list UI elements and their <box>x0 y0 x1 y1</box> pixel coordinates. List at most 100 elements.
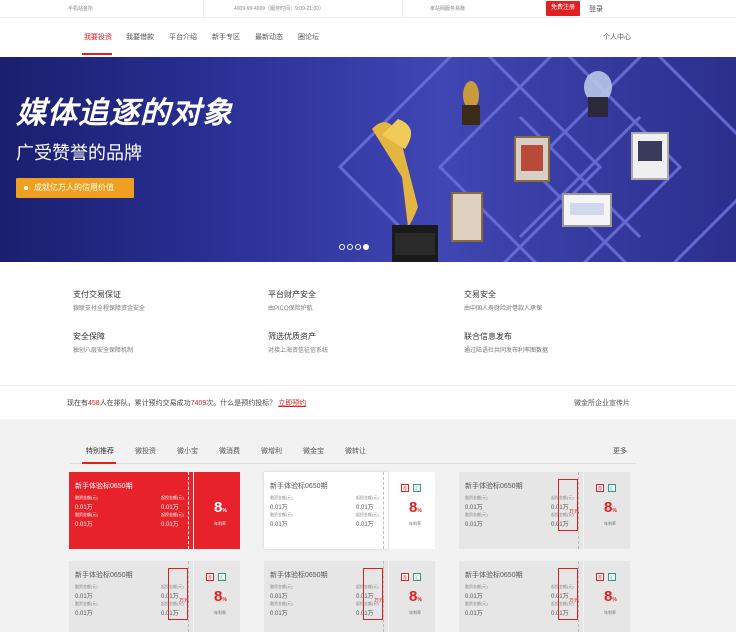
register-button[interactable]: 免费注册 <box>546 1 580 16</box>
amount-label: 融资金额(元) <box>270 584 293 589</box>
card-divider <box>188 472 189 549</box>
tab-invest[interactable]: 微投资 <box>135 446 156 456</box>
amount-value: 0.01万 <box>465 611 483 617</box>
nav-active-underline <box>82 53 112 55</box>
amount-value: 0.01万 <box>465 505 483 511</box>
feature-payment: 支付交易保证 银联支付全程保障资金安全 <box>73 289 145 312</box>
queue-suffix[interactable]: 次。什么是预约投标？ <box>206 400 276 407</box>
amount-label: 起投金额(元) <box>161 495 184 500</box>
product-card[interactable]: 新手体验标0650期 融资金额(元) 0.01万 起投金额(元) 0.01万 融资金额(元… <box>69 472 193 549</box>
unit-label: 万元 <box>179 598 190 604</box>
banner-cta[interactable]: 成就亿万人的信用价值 <box>16 178 134 198</box>
highlight-box <box>558 568 578 620</box>
nav-forum[interactable]: 圈论坛 <box>298 32 319 42</box>
tab-xiaobao[interactable]: 微小宝 <box>177 446 198 456</box>
hero-banner[interactable]: 媒体追逐的对象 广受赞誉的品牌 成就亿万人的信用价值 <box>0 57 736 262</box>
rate-panel[interactable]: 荐汇 8% 年利率 <box>584 472 630 549</box>
carousel-dot[interactable] <box>339 244 345 250</box>
product-card[interactable]: 新手体验标0650期 融资金额(元) 0.01万 起投金额(元) 0.01万 融资金额(元… <box>264 561 388 632</box>
tab-active-underline <box>82 462 116 464</box>
nav-newbie[interactable]: 新手专区 <box>212 32 240 42</box>
highlight-box <box>168 568 188 620</box>
rate-panel[interactable]: 荐汇 8% 年利率 <box>389 561 435 632</box>
carousel-dot-active[interactable] <box>363 244 369 250</box>
amount-value: 0.01万 <box>356 505 374 511</box>
user-center-link[interactable]: 个人中心 <box>603 32 631 42</box>
mobile-site-link[interactable]: 手机站金所 <box>68 5 93 12</box>
rate-panel[interactable]: 8% 年利率 <box>194 472 240 549</box>
feature-desc: 独创八层安全保障机制 <box>73 348 134 354</box>
nav-news[interactable]: 最新动态 <box>255 32 283 42</box>
feature-title: 联合信息发布 <box>464 332 512 341</box>
amount-value: 0.01万 <box>465 522 483 528</box>
feature-desc: 对接上海资信征信系统 <box>268 348 329 354</box>
rate-label: 年利率 <box>604 610 616 615</box>
amount-value: 0.01万 <box>270 594 288 600</box>
amount-value: 0.01万 <box>270 611 288 617</box>
tab-featured[interactable]: 特别推荐 <box>86 446 114 456</box>
product-title: 新手体验标0650期 <box>465 483 523 490</box>
product-card[interactable]: 新手体验标0650期 融资金额(元) 0.01万 起投金额(元) 0.01万 融资金额(元… <box>264 472 388 549</box>
feature-desc: 由PICO保险护航 <box>268 306 313 312</box>
amount-value: 0.01万 <box>161 505 179 511</box>
highlight-box <box>363 568 383 620</box>
amount-label: 融资金额(元) <box>75 512 98 517</box>
amount-value: 0.01万 <box>161 522 179 528</box>
more-link[interactable]: 更多 <box>613 446 627 456</box>
recommend-tag: 荐 <box>401 484 409 492</box>
remit-tag: 汇 <box>218 573 226 581</box>
feature-property: 平台财产安全 由PICO保险护航 <box>268 289 316 312</box>
rate-label: 年利率 <box>214 610 226 615</box>
banner-headline: 媒体追逐的对象 <box>16 97 233 130</box>
queue-count: 458 <box>88 400 100 407</box>
annual-rate: 8% <box>214 588 227 605</box>
feature-assets: 筛选优质资产 对接上海资信征信系统 <box>268 331 328 354</box>
annual-rate: 8% <box>409 588 422 605</box>
product-title: 新手体验标0650期 <box>75 572 133 579</box>
amount-value: 0.01万 <box>75 611 93 617</box>
annual-rate: 8% <box>214 499 227 516</box>
carousel-dot[interactable] <box>355 244 361 250</box>
carousel-dot[interactable] <box>347 244 353 250</box>
amount-label: 融资金额(元) <box>270 495 293 500</box>
amount-label: 融资金额(元) <box>465 495 488 500</box>
carousel-dots <box>339 237 371 255</box>
remit-tag: 汇 <box>608 573 616 581</box>
card-divider <box>383 472 384 549</box>
tab-jinbao[interactable]: 微金宝 <box>303 446 324 456</box>
nav-platform[interactable]: 平台介绍 <box>169 32 197 42</box>
rate-unit: % <box>612 508 617 514</box>
product-card[interactable]: 新手体验标0650期 融资金额(元) 0.01万 起投金额(元) 0.01万 融资金额(元… <box>459 472 583 549</box>
amount-value: 0.01万 <box>75 522 93 528</box>
nav-borrow[interactable]: 我要借款 <box>126 32 154 42</box>
rate-panel[interactable]: 荐汇 8% 年利率 <box>389 472 435 549</box>
rate-panel[interactable]: 荐汇 8% 年利率 <box>584 561 630 632</box>
amount-value: 0.01万 <box>75 505 93 511</box>
product-card[interactable]: 新手体验标0650期 融资金额(元) 0.01万 起投金额(元) 0.01万 融资金额(元… <box>69 561 193 632</box>
top-slogan[interactable]: 家站网服务易赚 <box>430 5 465 12</box>
service-hotline: 4009-99-4009（服务时间：9:00-21:00） <box>234 6 325 12</box>
feature-security: 安全保障 独创八层安全保障机制 <box>73 331 133 354</box>
unit-label: 万元 <box>569 598 580 604</box>
feature-transaction: 交易安全 由中国人寿财险对借款人承保 <box>464 289 542 312</box>
feature-title: 支付交易保证 <box>73 290 121 299</box>
tab-zengli[interactable]: 微增利 <box>261 446 282 456</box>
reserve-now-link[interactable]: 立即预约 <box>278 400 306 407</box>
feature-title: 平台财产安全 <box>268 290 316 299</box>
rate-panel[interactable]: 荐汇 8% 年利率 <box>194 561 240 632</box>
product-card[interactable]: 新手体验标0650期 融资金额(元) 0.01万 起投金额(元) 0.01万 融资金额(元… <box>459 561 583 632</box>
rate-label: 年利率 <box>604 521 616 526</box>
nav-invest[interactable]: 我要投资 <box>84 32 112 42</box>
amount-label: 融资金额(元) <box>270 601 293 606</box>
amount-label: 融资金额(元) <box>75 495 98 500</box>
rate-label: 年利率 <box>409 610 421 615</box>
amount-value: 0.01万 <box>465 594 483 600</box>
amount-value: 0.01万 <box>356 522 374 528</box>
tab-transfer[interactable]: 微转让 <box>345 446 366 456</box>
login-link[interactable]: 登录 <box>589 4 603 14</box>
divider <box>402 0 403 18</box>
annual-rate: 8% <box>604 588 617 605</box>
promo-video-link[interactable]: 微金所企业宣传片 <box>574 398 630 408</box>
tab-consume[interactable]: 微消费 <box>219 446 240 456</box>
amount-value: 0.01万 <box>270 505 288 511</box>
